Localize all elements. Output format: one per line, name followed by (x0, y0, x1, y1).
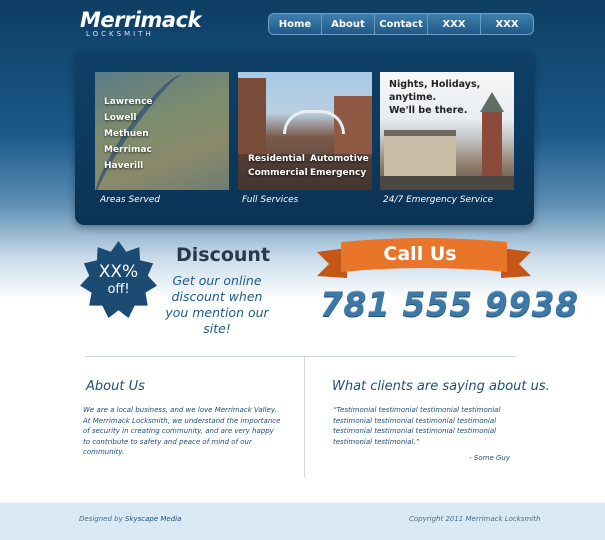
about-title: About Us (86, 379, 145, 394)
service-label-automotive: Automotive (310, 154, 369, 164)
nav-item-5[interactable]: XXX (481, 14, 533, 34)
emergency-caption[interactable]: 24/7 Emergency Service (383, 195, 493, 205)
nav-about[interactable]: About (322, 14, 375, 34)
town-item: Lawrence (104, 97, 153, 107)
site-logo[interactable]: Merrimack LOCKSMITH (80, 8, 202, 38)
testimonial-quote: “Testimonial testimonial testimonial tes… (333, 406, 501, 446)
footer-copyright: Copyright 2011 Merrimack Locksmith (409, 515, 541, 523)
areas-served-caption[interactable]: Areas Served (100, 195, 160, 205)
building-graphic (238, 78, 266, 158)
hall-graphic (384, 130, 456, 176)
footer: Designed by Skyscape Media Copyright 201… (0, 502, 605, 540)
testimonial-author: - Some Guy (469, 454, 510, 462)
service-label-emergency: Emergency (310, 168, 367, 178)
nav-home[interactable]: Home (269, 14, 322, 34)
clock-tower-graphic (482, 112, 502, 182)
full-services-caption[interactable]: Full Services (242, 195, 298, 205)
badge-percent: XX% (98, 261, 139, 282)
call-us-label[interactable]: Call Us (345, 240, 495, 268)
service-label-commercial: Commercial (248, 168, 308, 178)
discount-body: Get our online discount when you mention… (165, 273, 269, 336)
discount-title: Discount (176, 244, 271, 266)
nav-contact[interactable]: Contact (375, 14, 428, 34)
town-list: Lawrence Lowell Methuen Merrimac Haveril… (104, 94, 153, 174)
main-nav: Home About Contact XXX XXX (268, 13, 534, 35)
full-services-image[interactable]: Residential Automotive Commercial Emerge… (238, 72, 372, 190)
section-divider (85, 356, 517, 357)
tower-roof-graphic (480, 92, 504, 112)
designer-link[interactable]: Skyscape Media (125, 515, 181, 523)
nav-item-4[interactable]: XXX (428, 14, 481, 34)
phone-number[interactable]: 781 555 9938 (320, 285, 579, 324)
town-item: Lowell (104, 113, 137, 123)
town-item: Methuen (104, 129, 149, 139)
street-graphic (380, 176, 514, 190)
about-body: We are a local business, and we love Mer… (83, 406, 281, 456)
discount-badge: XX% off! (80, 241, 157, 318)
service-labels: Residential Automotive Commercial Emerge… (248, 154, 372, 178)
badge-off: off! (107, 281, 130, 297)
services-panel: Lawrence Lowell Methuen Merrimac Haveril… (75, 50, 534, 225)
town-item: Haverill (104, 161, 144, 171)
emergency-service-image[interactable]: Nights, Holidays, anytime. We'll be ther… (380, 72, 514, 190)
logo-name: Merrimack (80, 8, 202, 32)
town-item: Merrimac (104, 145, 152, 155)
designed-by-prefix: Designed by (79, 515, 123, 523)
service-label-residential: Residential (248, 154, 305, 164)
footer-credits: Designed by Skyscape Media (79, 515, 181, 523)
column-divider (304, 357, 305, 477)
testimonials-title: What clients are saying about us. (332, 379, 550, 394)
areas-served-image[interactable]: Lawrence Lowell Methuen Merrimac Haveril… (95, 72, 229, 190)
